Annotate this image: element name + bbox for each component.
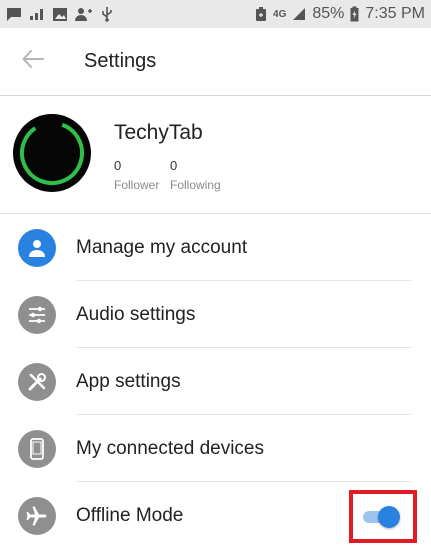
page-title: Settings — [84, 50, 157, 72]
battery-percent: 85% — [312, 5, 345, 22]
follower-stat[interactable]: 0 Follower — [114, 158, 159, 192]
system-status: 4G 85% 7:35 PM — [255, 5, 425, 23]
following-stat[interactable]: 0 Following — [170, 158, 221, 192]
toggle-thumb — [378, 506, 400, 528]
cell-signal-icon — [292, 7, 306, 21]
phone-icon — [18, 429, 56, 468]
sliders-icon — [18, 295, 56, 334]
profile-name: TechyTab — [114, 121, 203, 144]
message-icon — [6, 7, 22, 22]
arrow-left-icon — [22, 50, 44, 73]
avatar[interactable] — [13, 114, 91, 192]
following-label: Following — [170, 178, 221, 192]
network-type: 4G — [273, 8, 287, 20]
battery-saver-icon — [255, 6, 267, 22]
menu-label: Offline Mode — [76, 504, 184, 526]
contact-icon — [75, 7, 93, 22]
menu-label: My connected devices — [76, 437, 264, 459]
clock: 7:35 PM — [365, 5, 425, 22]
menu-label: App settings — [76, 370, 181, 392]
usb-icon — [100, 6, 114, 22]
tools-icon — [18, 362, 56, 401]
menu-item-app-settings[interactable]: App settings — [0, 348, 431, 415]
notification-icons — [6, 6, 114, 22]
menu-item-manage-account[interactable]: Manage my account — [0, 214, 431, 281]
profile-header[interactable]: TechyTab 0 Follower 0 Following — [0, 96, 431, 214]
app-bar: Settings — [0, 28, 431, 96]
status-bar: 4G 85% 7:35 PM — [0, 0, 431, 28]
signal-chart-icon — [29, 7, 45, 21]
back-button[interactable] — [18, 47, 48, 77]
image-icon — [52, 7, 68, 22]
menu-item-audio-settings[interactable]: Audio settings — [0, 281, 431, 348]
following-count: 0 — [170, 158, 178, 173]
menu-label: Audio settings — [76, 303, 196, 325]
menu-item-connected-devices[interactable]: My connected devices — [0, 415, 431, 482]
follower-count: 0 — [114, 158, 122, 173]
menu-label: Manage my account — [76, 236, 248, 258]
offline-mode-toggle[interactable] — [361, 505, 401, 528]
battery-charging-icon — [350, 6, 359, 22]
follower-label: Follower — [114, 178, 160, 192]
account-icon — [18, 228, 56, 267]
airplane-icon — [18, 496, 56, 535]
